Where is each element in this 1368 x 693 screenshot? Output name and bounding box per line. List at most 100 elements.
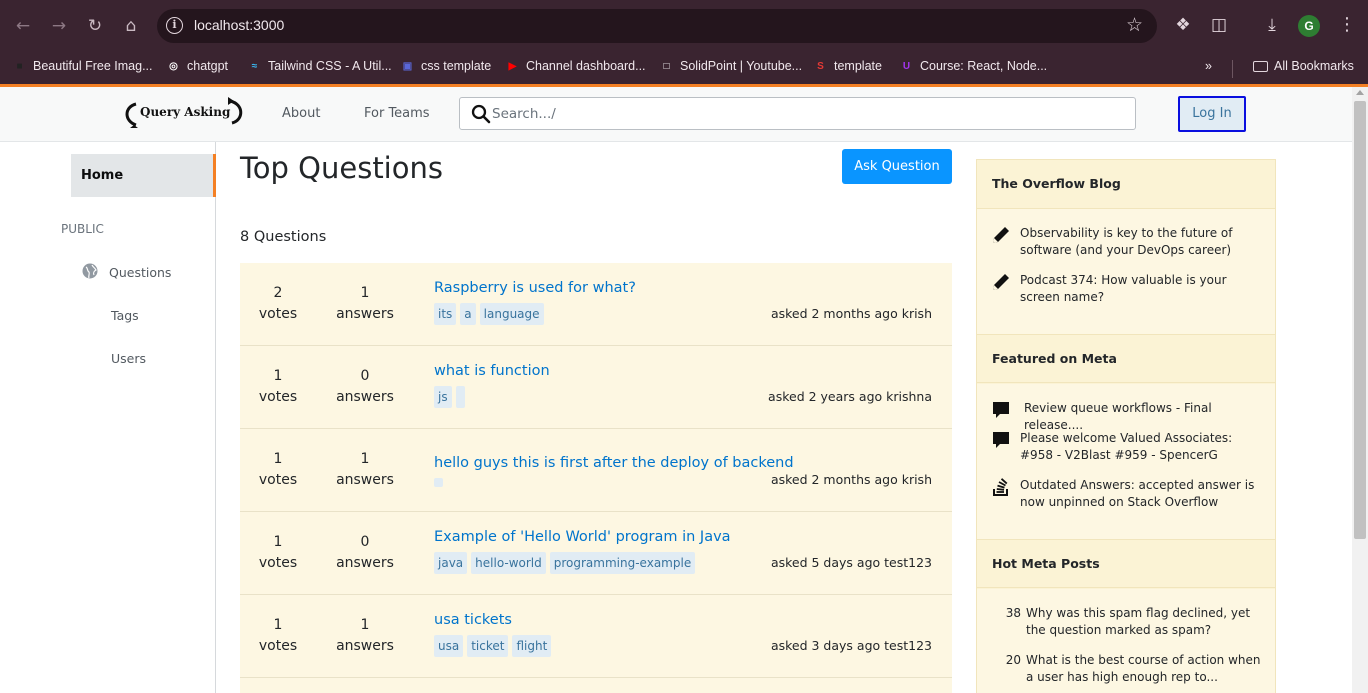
answers-value: 1	[360, 451, 370, 467]
blog-item-text[interactable]: Observability is key to the future of so…	[1020, 225, 1266, 259]
pencil-icon	[993, 227, 1009, 243]
tag[interactable]: hello-world	[471, 552, 546, 574]
meta-item-text[interactable]: Please welcome Valued Associates: #958 -…	[1020, 430, 1266, 464]
meta-heading: Featured on Meta	[977, 334, 1275, 383]
extension-puzzle-icon[interactable]: ❖	[1172, 14, 1194, 36]
all-bookmarks-label: All Bookmarks	[1274, 59, 1354, 73]
address-bar[interactable]: i localhost:3000 ☆	[157, 9, 1157, 43]
about-link[interactable]: About	[282, 106, 320, 121]
question-title-link[interactable]: hello guys this is first after the deplo…	[434, 455, 794, 471]
answers-value: 0	[360, 534, 370, 550]
speech-bubble-icon	[993, 432, 1009, 448]
scroll-up-icon[interactable]	[1356, 90, 1364, 95]
hot-meta-text[interactable]: Why was this spam flag declined, yet the…	[1026, 605, 1268, 639]
blog-item-text[interactable]: Podcast 374: How valuable is your screen…	[1020, 272, 1266, 306]
bookmark-item[interactable]: ■ Beautiful Free Imag...	[12, 55, 153, 77]
bookmark-label: Beautiful Free Imag...	[33, 59, 153, 73]
site-header: Query Asking About For Teams Log In	[0, 87, 1352, 142]
bookmarks-bar: » All Bookmarks ■ Beautiful Free Imag... ◎…	[0, 52, 1368, 84]
pencil-icon	[993, 274, 1009, 290]
url-text[interactable]: localhost:3000	[194, 17, 284, 33]
answer-count: 0 answers	[326, 532, 404, 574]
question-row: 1 votes 0 answers Example of 'Hello World'…	[240, 512, 952, 595]
tailwind-icon: ≈	[251, 60, 258, 72]
tag[interactable]: ticket	[467, 635, 509, 657]
answer-count: 1 answers	[326, 615, 404, 657]
forward-arrow-icon[interactable]: →	[47, 14, 71, 38]
question-title-link[interactable]: Raspberry is used for what?	[434, 280, 636, 296]
browser-menu-icon[interactable]: ⋮	[1338, 14, 1356, 35]
profile-avatar[interactable]: G	[1298, 15, 1320, 37]
for-teams-link[interactable]: For Teams	[364, 106, 430, 121]
answers-value: 1	[360, 617, 370, 633]
votes-label: votes	[258, 472, 298, 488]
tag[interactable]: programming-example	[549, 552, 696, 574]
question-title-link[interactable]: what is function	[434, 363, 550, 379]
tag[interactable]	[434, 478, 443, 487]
tag[interactable]: java	[434, 552, 468, 574]
bookmark-item[interactable]: ▶ Channel dashboard...	[505, 55, 646, 77]
more-bookmarks-icon[interactable]: »	[1205, 55, 1212, 77]
stack-overflow-icon	[993, 478, 1008, 496]
tag[interactable]: flight	[512, 635, 552, 657]
blog-section: Observability is key to the future of so…	[977, 209, 1275, 334]
tag[interactable]: language	[479, 303, 544, 325]
bookmark-item[interactable]: ▣ css template	[400, 55, 491, 77]
tag[interactable]: js	[434, 386, 452, 408]
question-title-link[interactable]: Example of 'Hello World' program in Java	[434, 529, 731, 545]
search-box[interactable]	[459, 97, 1136, 130]
votes-label: votes	[258, 638, 298, 654]
sidebar-item-home[interactable]: Home	[71, 154, 216, 197]
bookmark-star-icon[interactable]: ☆	[1126, 14, 1143, 36]
speech-bubble-icon	[993, 402, 1009, 418]
hot-meta-text[interactable]: What is the best course of action when a…	[1026, 652, 1268, 686]
votes-value: 1	[273, 617, 283, 633]
sidebar-item-tags[interactable]: Tags	[111, 308, 139, 323]
bookmark-item[interactable]: □ SolidPoint | Youtube...	[659, 55, 802, 77]
bookmark-item[interactable]: U Course: React, Node...	[899, 55, 1047, 77]
sidebar-section-public: PUBLIC	[61, 222, 104, 236]
bookmark-label: Course: React, Node...	[920, 59, 1048, 73]
tag[interactable]: its	[434, 303, 457, 325]
meta-item-text[interactable]: Review queue workflows - Final release..…	[1024, 400, 1270, 434]
tag[interactable]	[455, 386, 465, 408]
tag[interactable]: a	[460, 303, 476, 325]
bookmark-item[interactable]: Stemplate	[813, 55, 882, 77]
site-info-icon[interactable]: i	[166, 17, 183, 34]
votes-value: 1	[273, 368, 283, 384]
meta-section: Review queue workflows - Final release..…	[977, 384, 1275, 540]
extensions-icon[interactable]: ◫	[1208, 14, 1230, 36]
home-icon[interactable]: ⌂	[119, 14, 143, 38]
bookmark-item[interactable]: ≈ Tailwind CSS - A Util...	[247, 55, 392, 77]
site-logo[interactable]: Query Asking	[122, 95, 246, 131]
question-row-partial	[240, 678, 952, 693]
asked-info: asked 2 years ago krishna	[768, 389, 932, 404]
page-scrollbar[interactable]	[1352, 87, 1368, 693]
scrollbar-thumb[interactable]	[1354, 101, 1366, 539]
openai-icon: ◎	[169, 60, 178, 72]
search-input[interactable]	[492, 104, 1092, 124]
download-icon[interactable]: ⤓	[1261, 14, 1283, 36]
ask-question-button[interactable]: Ask Question	[842, 149, 952, 184]
youtube-icon: ▶	[508, 60, 517, 72]
browser-toolbar: ← → ↻ ⌂ i localhost:3000 ☆ ❖ ◫ ⤓ G ⋮	[0, 0, 1368, 52]
s-icon: S	[817, 60, 824, 72]
asked-info: asked 2 months ago krish	[770, 472, 932, 487]
template-icon: ▣	[402, 60, 413, 72]
tag-list: js	[434, 386, 465, 408]
search-icon	[471, 104, 491, 124]
question-title-link[interactable]: usa tickets	[434, 612, 512, 628]
bookmark-item[interactable]: ◎ chatgpt	[166, 55, 228, 77]
login-button[interactable]: Log In	[1178, 96, 1246, 132]
meta-item-text[interactable]: Outdated Answers: accepted answer is now…	[1020, 477, 1266, 511]
tag[interactable]: usa	[434, 635, 464, 657]
vote-count: 2 votes	[250, 283, 306, 325]
reload-icon[interactable]: ↻	[83, 14, 107, 38]
answer-count: 1 answers	[326, 449, 404, 491]
tag-list: its a language	[434, 303, 544, 325]
logo-text: Query Asking	[140, 105, 231, 119]
back-arrow-icon[interactable]: ←	[11, 14, 35, 38]
sidebar-item-users[interactable]: Users	[111, 351, 146, 366]
all-bookmarks-button[interactable]: All Bookmarks	[1253, 55, 1354, 77]
sidebar-item-questions[interactable]: Questions	[109, 265, 171, 280]
